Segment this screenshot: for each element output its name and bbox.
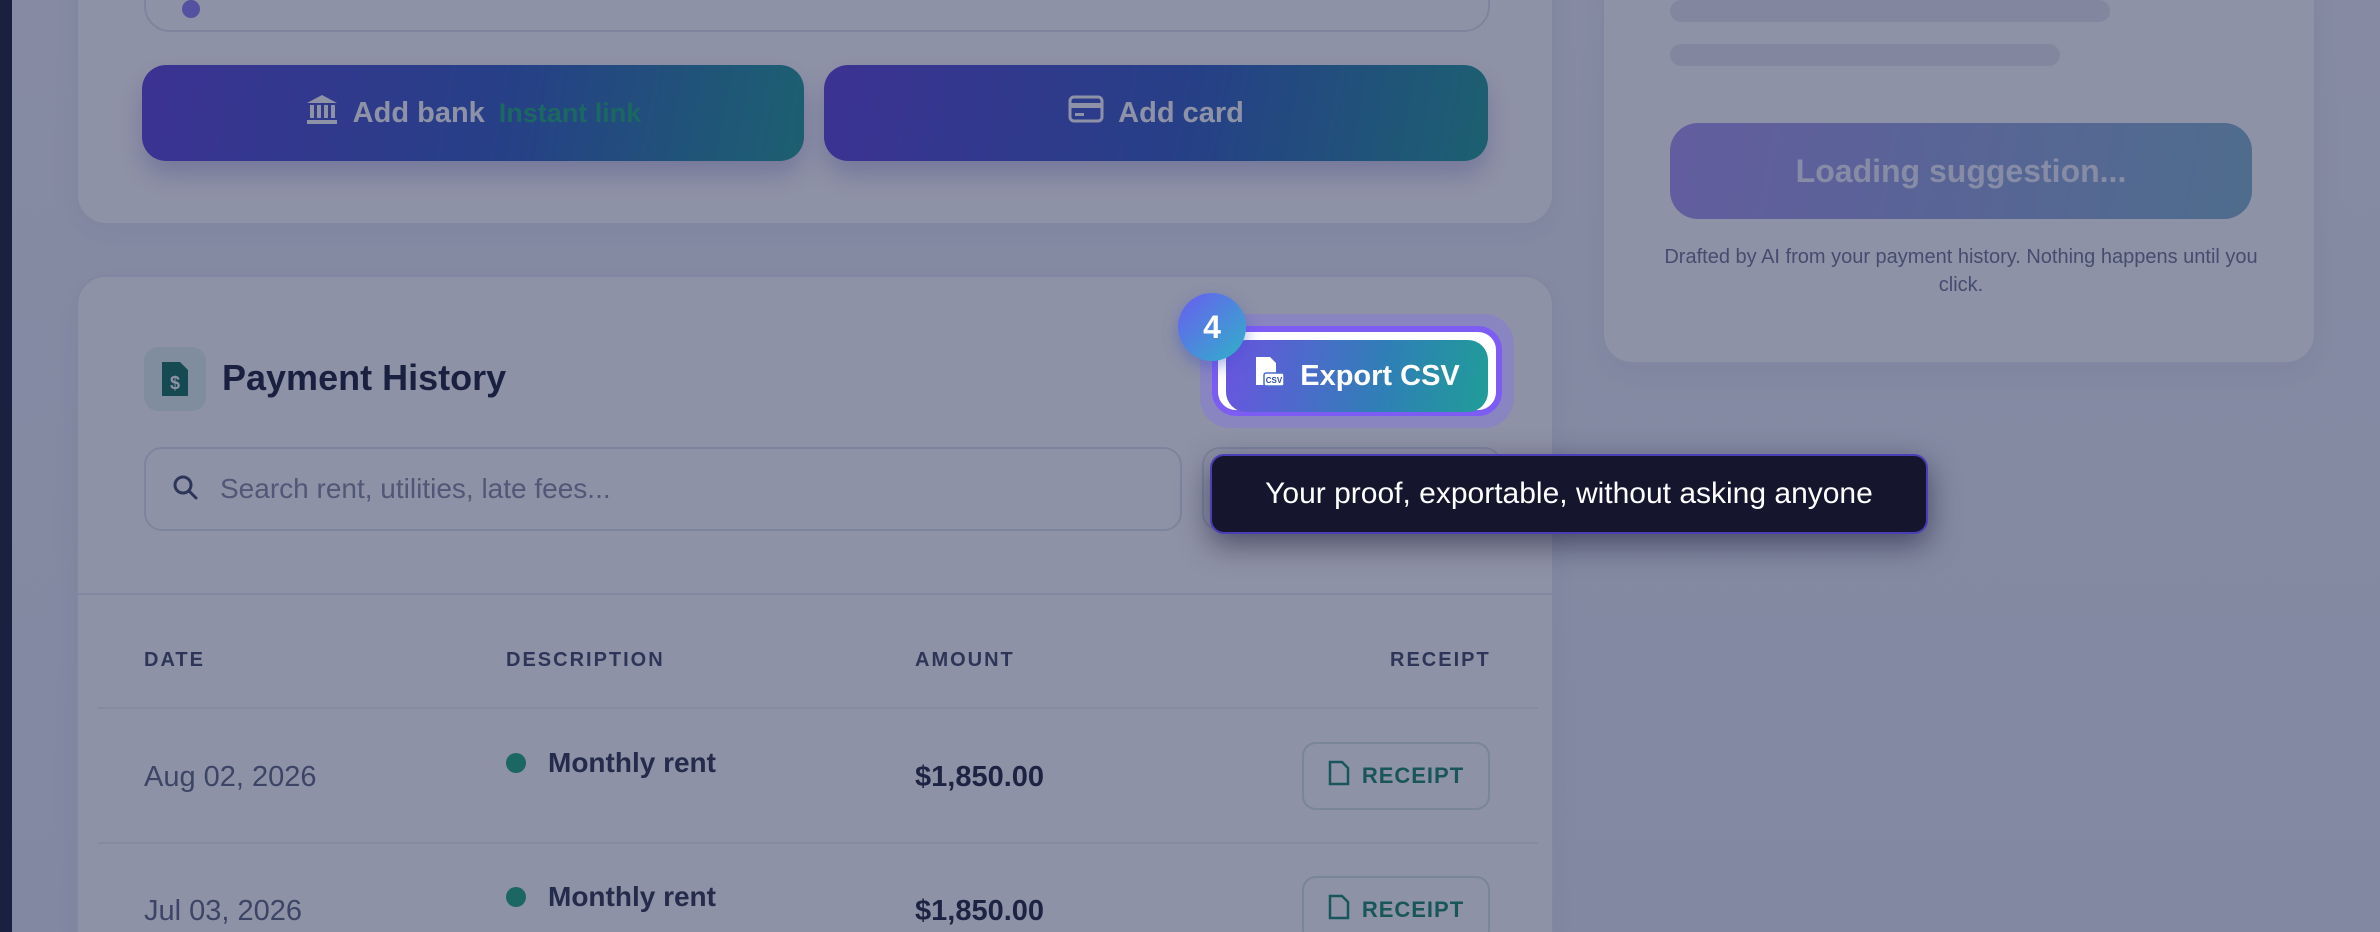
receipt-button[interactable]: RECEIPT <box>1302 742 1490 810</box>
row-divider <box>98 707 1538 709</box>
row-date: Aug 02, 2026 <box>144 761 317 793</box>
export-csv-label: Export CSV <box>1300 359 1460 392</box>
column-header-receipt: RECEIPT <box>1390 649 1491 671</box>
skeleton-line <box>1670 44 2060 66</box>
section-divider <box>78 593 1552 595</box>
ai-disclaimer: Drafted by AI from your payment history.… <box>1664 246 2258 296</box>
row-divider <box>98 842 1538 844</box>
add-card-button[interactable]: Add card <box>824 65 1488 161</box>
receipt-label: RECEIPT <box>1361 897 1465 922</box>
partial-field[interactable] <box>144 0 1490 32</box>
ai-suggestion-card: Loading suggestion... Drafted by AI from… <box>1602 0 2316 364</box>
search-input[interactable] <box>220 473 1120 505</box>
payment-history-title: Payment History <box>222 357 507 398</box>
svg-text:$: $ <box>170 373 180 393</box>
csv-file-icon: CSV <box>1254 355 1285 397</box>
bank-icon <box>305 93 339 133</box>
loading-suggestion-button[interactable]: Loading suggestion... <box>1670 123 2252 219</box>
tour-tooltip: Your proof, exportable, without asking a… <box>1210 454 1928 534</box>
search-box[interactable] <box>144 447 1182 531</box>
receipt-icon <box>1328 894 1350 926</box>
receipt-icon <box>1328 760 1350 792</box>
field-indicator-dot <box>182 0 200 18</box>
left-rail <box>0 0 12 932</box>
skeleton-line <box>1670 0 2110 22</box>
instant-link-badge: Instant link <box>498 97 642 128</box>
card-icon <box>1068 95 1104 131</box>
add-card-label: Add card <box>1118 96 1244 129</box>
column-header-amount: AMOUNT <box>915 649 1015 671</box>
row-description: Monthly rent <box>506 747 716 779</box>
status-dot <box>506 887 526 907</box>
row-description-text: Monthly rent <box>548 747 716 778</box>
row-description-text: Monthly rent <box>548 881 716 912</box>
add-bank-label: Add bank <box>352 96 485 129</box>
column-header-description: DESCRIPTION <box>506 649 665 671</box>
status-dot <box>506 753 526 773</box>
svg-text:CSV: CSV <box>1266 376 1283 385</box>
add-bank-button[interactable]: Add bank Instant link <box>142 65 804 161</box>
row-description: Monthly rent <box>506 881 716 913</box>
export-csv-button[interactable]: CSV Export CSV <box>1226 340 1488 412</box>
column-header-date: DATE <box>144 649 205 671</box>
invoice-dollar-icon: $ <box>144 347 206 411</box>
row-amount: $1,850.00 <box>915 761 1045 793</box>
search-icon <box>172 474 198 505</box>
tour-step-badge: 4 <box>1178 293 1246 361</box>
row-amount: $1,850.00 <box>915 895 1045 927</box>
receipt-label: RECEIPT <box>1361 763 1465 788</box>
receipt-button[interactable]: RECEIPT <box>1302 876 1490 932</box>
row-date: Jul 03, 2026 <box>144 895 303 927</box>
